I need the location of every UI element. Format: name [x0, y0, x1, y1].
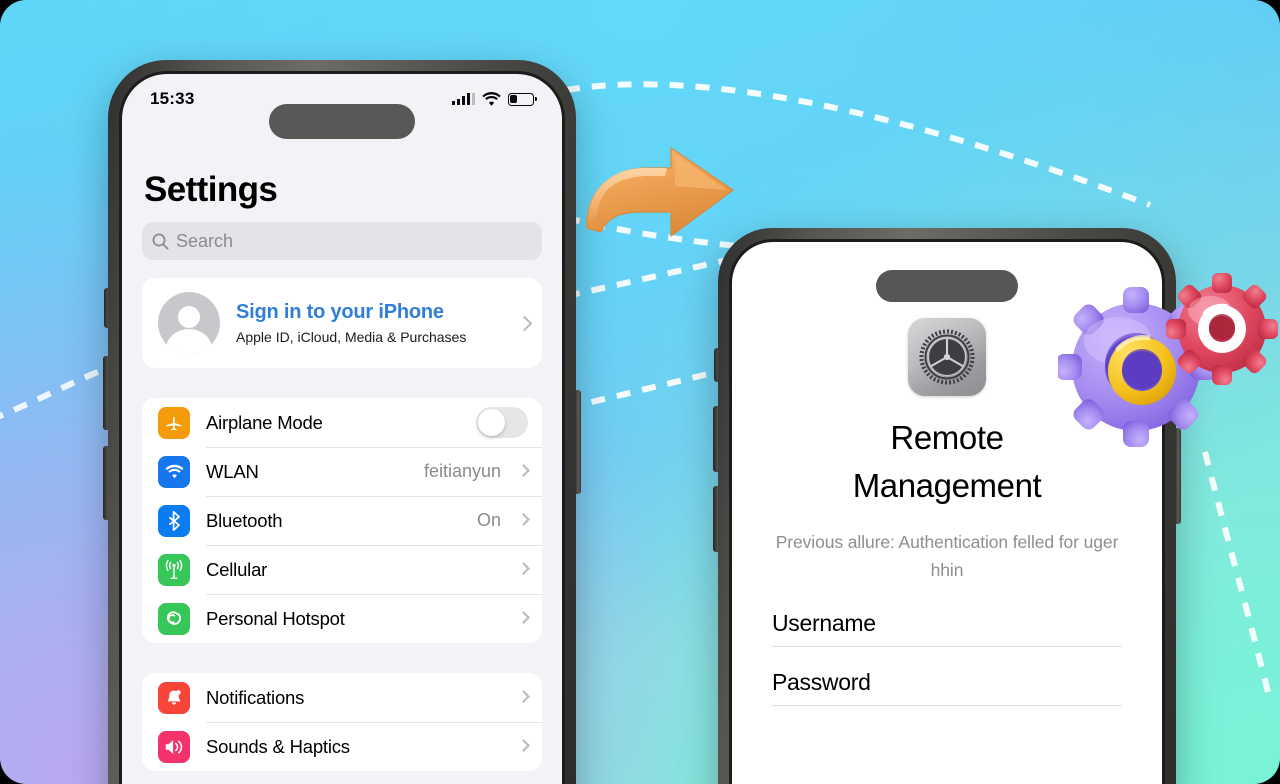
personal-hotspot-icon: [158, 602, 190, 635]
search-placeholder: Search: [176, 230, 234, 251]
right-phone-device: Remote Management Previous allure: Authe…: [713, 228, 1181, 784]
settings-row-label: Bluetooth: [206, 509, 283, 531]
chevron-right-icon: [519, 739, 528, 755]
settings-row-label: Personal Hotspot: [206, 607, 345, 629]
chevron-right-icon: [519, 690, 528, 706]
settings-row-wlan[interactable]: WLAN feitianyun: [142, 447, 542, 496]
left-phone-bezel: 15:33 Settings Search Sign in to your iP…: [119, 71, 565, 784]
cellular-bars-icon: [452, 93, 475, 105]
left-phone-screen: 15:33 Settings Search Sign in to your iP…: [122, 74, 562, 784]
password-field-label: Password: [772, 668, 871, 695]
settings-row-label: Sounds & Haptics: [206, 735, 350, 757]
battery-icon: [508, 92, 537, 106]
sign-in-title: Sign in to your iPhone: [236, 301, 444, 323]
wifi-icon: [482, 92, 501, 106]
search-input[interactable]: Search: [142, 222, 542, 260]
notifications-group: Notifications Sounds & Haptics: [142, 673, 542, 771]
connectivity-group: Airplane Mode WLAN feitianyun Bluetooth …: [142, 398, 542, 643]
chevron-right-icon: [519, 513, 528, 529]
connector-line-right: [1202, 451, 1273, 701]
sounds-speaker-icon: [158, 730, 190, 763]
credentials-form: Username Password: [772, 610, 1122, 706]
notifications-bell-icon: [158, 681, 190, 714]
right-phone-screen: Remote Management Previous allure: Authe…: [732, 242, 1162, 784]
settings-row-airplane-mode[interactable]: Airplane Mode: [142, 398, 542, 447]
settings-row-label: Cellular: [206, 558, 268, 580]
settings-row-value: feitianyun: [423, 461, 501, 481]
account-text-block: Sign in to your iPhone Apple ID, iCloud,…: [236, 301, 503, 345]
wifi-icon: [158, 455, 190, 488]
status-bar-indicators: [452, 92, 537, 106]
airplane-mode-toggle[interactable]: [476, 407, 528, 438]
status-bar-time: 15:33: [150, 89, 195, 108]
right-phone-dynamic-island: [876, 270, 1018, 302]
chevron-right-icon: [519, 611, 528, 627]
settings-row-personal-hotspot[interactable]: Personal Hotspot: [142, 594, 542, 643]
password-field[interactable]: Password: [772, 669, 1122, 706]
remote-management-subtitle: Previous allure: Authentication felled f…: [775, 531, 1119, 580]
settings-row-value: On: [476, 510, 501, 530]
avatar-placeholder-icon: [158, 292, 220, 354]
settings-row-label: Notifications: [206, 686, 305, 708]
ios-settings-gear-icon: [908, 318, 986, 396]
remote-management-panel: Remote Management Previous allure: Authe…: [732, 242, 1162, 706]
bluetooth-icon: [158, 504, 190, 537]
username-field[interactable]: Username: [772, 610, 1122, 647]
left-phone-device: 15:33 Settings Search Sign in to your iP…: [103, 60, 581, 784]
settings-row-sounds-haptics[interactable]: Sounds & Haptics: [142, 722, 542, 771]
settings-row-notifications[interactable]: Notifications: [142, 673, 542, 722]
airplane-icon: [158, 406, 190, 439]
settings-row-label: Airplane Mode: [206, 411, 323, 433]
sign-in-row[interactable]: Sign in to your iPhone Apple ID, iCloud,…: [142, 278, 542, 368]
account-group: Sign in to your iPhone Apple ID, iCloud,…: [142, 278, 542, 368]
right-phone-bezel: Remote Management Previous allure: Authe…: [729, 239, 1165, 784]
page-title: Settings: [144, 170, 278, 209]
search-icon: [152, 233, 169, 250]
scene-canvas: 15:33 Settings Search Sign in to your iP…: [0, 0, 1280, 784]
settings-row-cellular[interactable]: Cellular: [142, 545, 542, 594]
settings-scroll-view[interactable]: Settings Search Sign in to your iPhone A…: [122, 122, 562, 784]
cellular-antenna-icon: [158, 553, 190, 586]
chevron-right-icon: [519, 315, 528, 331]
settings-row-label: WLAN: [206, 460, 259, 482]
chevron-right-icon: [519, 464, 528, 480]
settings-row-bluetooth[interactable]: Bluetooth On: [142, 496, 542, 545]
username-field-label: Username: [772, 609, 876, 636]
chevron-right-icon: [519, 562, 528, 578]
remote-management-title: Remote Management: [852, 419, 1042, 504]
sign-in-subtitle: Apple ID, iCloud, Media & Purchases: [236, 329, 467, 345]
connector-line-left: [0, 365, 110, 420]
connector-line-top: [565, 81, 1152, 208]
